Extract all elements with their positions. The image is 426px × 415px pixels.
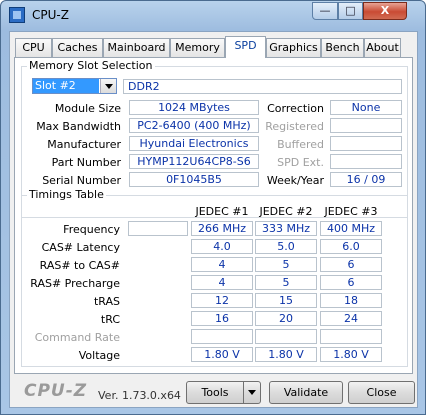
close-window-button[interactable]: X	[363, 2, 407, 20]
timing-cell	[255, 329, 317, 344]
spd-ext-label: SPD Ext.	[277, 156, 324, 169]
cpu-z-window: CPU-Z — □ X CPU Caches Mainboard Memory …	[0, 0, 426, 415]
client-area: CPU Caches Mainboard Memory SPD Graphics…	[9, 31, 418, 408]
tools-button[interactable]: Tools	[186, 381, 244, 404]
tools-dropdown-button[interactable]	[243, 381, 261, 404]
column-header-jedec-2: JEDEC #2	[259, 205, 313, 218]
module-size-value: 1024 MBytes	[129, 100, 259, 115]
buffered-label: Buffered	[277, 138, 324, 151]
timing-cell: 18	[320, 293, 382, 308]
timing-cell: 4.0	[191, 239, 253, 254]
timing-cell: 5	[255, 257, 317, 272]
part-number-value: HYMP112U64CP8-S6	[129, 154, 259, 169]
cpu-z-brand-logo: CPU-Z	[24, 381, 88, 401]
timing-cell: 15	[255, 293, 317, 308]
timing-row-extra	[128, 221, 188, 236]
timing-cell: 6.0	[320, 239, 382, 254]
version-label: Ver. 1.73.0.x64	[98, 389, 181, 402]
chevron-down-icon	[105, 84, 113, 89]
timing-cell: 24	[320, 311, 382, 326]
part-number-label: Part Number	[51, 156, 121, 169]
tab-memory[interactable]: Memory	[170, 38, 225, 57]
tab-bench[interactable]: Bench	[321, 38, 364, 57]
column-header-jedec-1: JEDEC #1	[195, 205, 249, 218]
chevron-down-icon	[248, 390, 256, 395]
memory-slot-selection-legend: Memory Slot Selection	[27, 59, 155, 72]
timing-row-label: RAS# to CAS#	[39, 259, 120, 272]
tab-about[interactable]: About	[364, 38, 401, 57]
timing-cell	[320, 329, 382, 344]
memory-type: DDR2	[123, 79, 402, 94]
week-year-label: Week/Year	[266, 174, 324, 187]
timing-cell: 12	[191, 293, 253, 308]
correction-label: Correction	[267, 102, 324, 115]
timing-cell: 20	[255, 311, 317, 326]
timing-row-label: Voltage	[78, 349, 120, 362]
slot-select[interactable]: Slot #2	[32, 78, 117, 94]
timing-cell: 266 MHz	[191, 221, 253, 236]
timing-row-label: CAS# Latency	[41, 241, 120, 254]
timing-cell: 6	[320, 275, 382, 290]
max-bandwidth-value: PC2-6400 (400 MHz)	[129, 118, 259, 133]
serial-number-label: Serial Number	[42, 174, 121, 187]
close-button[interactable]: Close	[348, 381, 415, 404]
registered-label: Registered	[265, 120, 324, 133]
cpu-z-app-icon	[9, 7, 25, 23]
buffered-value	[330, 136, 402, 151]
slot-select-dropdown-button[interactable]	[100, 79, 116, 93]
tab-mainboard[interactable]: Mainboard	[103, 38, 170, 57]
validate-button[interactable]: Validate	[269, 381, 343, 404]
max-bandwidth-label: Max Bandwidth	[36, 120, 121, 133]
spd-panel: Memory Slot Selection Slot #2 DDR2 Modul…	[14, 57, 413, 374]
timing-cell: 4	[191, 257, 253, 272]
timing-row-label: tRC	[100, 313, 120, 326]
timings-table-legend: Timings Table	[27, 188, 106, 201]
timing-cell: 1.80 V	[320, 347, 382, 362]
serial-number-value: 0F1045B5	[129, 172, 259, 187]
manufacturer-label: Manufacturer	[47, 138, 121, 151]
timing-row-label: Command Rate	[34, 331, 120, 344]
timing-cell: 5	[255, 275, 317, 290]
timing-cell: 333 MHz	[255, 221, 317, 236]
timing-row-label: RAS# Precharge	[30, 277, 120, 290]
column-header-jedec-3: JEDEC #3	[324, 205, 378, 218]
tab-spd[interactable]: SPD	[225, 36, 266, 58]
minimize-button[interactable]: —	[312, 2, 338, 20]
manufacturer-value: Hyundai Electronics	[129, 136, 259, 151]
timing-cell: 1.80 V	[255, 347, 317, 362]
spd-ext-value	[330, 154, 402, 169]
correction-value: None	[330, 100, 402, 115]
tab-graphics[interactable]: Graphics	[266, 38, 321, 57]
module-size-label: Module Size	[54, 102, 121, 115]
timing-row-label: tRAS	[93, 295, 120, 308]
timing-cell: 400 MHz	[320, 221, 382, 236]
window-title: CPU-Z	[32, 8, 69, 22]
tab-cpu[interactable]: CPU	[15, 38, 52, 57]
timing-cell: 4	[191, 275, 253, 290]
registered-value	[330, 118, 402, 133]
timing-cell: 5.0	[255, 239, 317, 254]
timing-cell	[191, 329, 253, 344]
timing-cell: 16	[191, 311, 253, 326]
timing-cell: 6	[320, 257, 382, 272]
slot-select-value: Slot #2	[33, 79, 99, 93]
tab-caches[interactable]: Caches	[52, 38, 103, 57]
maximize-button[interactable]: □	[338, 2, 363, 20]
week-year-value: 16 / 09	[330, 172, 402, 187]
timing-row-label: Frequency	[63, 223, 120, 236]
timing-cell: 1.80 V	[191, 347, 253, 362]
title-bar[interactable]: CPU-Z — □ X	[1, 1, 425, 31]
